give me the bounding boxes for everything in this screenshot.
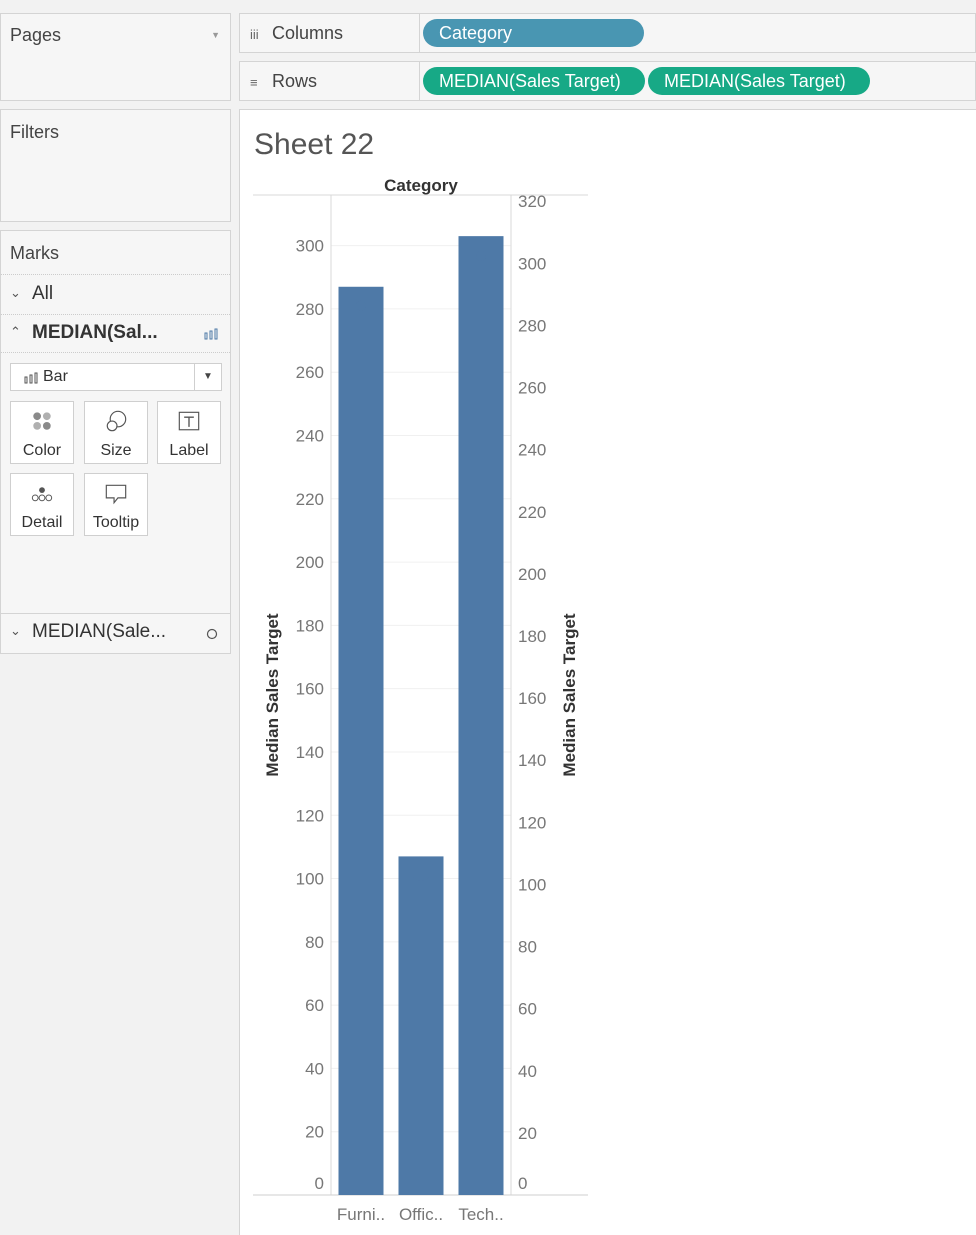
- right-axis-tick-label: 0: [518, 1174, 527, 1193]
- left-axis-tick-label: 220: [296, 490, 324, 509]
- right-axis-tick-label: 220: [518, 503, 546, 522]
- marks-card2-row[interactable]: ⌄ MEDIAN(Sale...: [1, 619, 230, 651]
- left-axis-tick-label: 200: [296, 553, 324, 572]
- columns-shelf[interactable]: iii Columns Category: [239, 13, 976, 53]
- right-axis-tick-label: 320: [518, 192, 546, 211]
- right-axis-tick-label: 280: [518, 316, 546, 335]
- detail-button[interactable]: Detail: [10, 473, 74, 536]
- filters-title: Filters: [10, 122, 59, 142]
- color-button[interactable]: Color: [10, 401, 74, 464]
- median-sales-target-pill-2[interactable]: MEDIAN(Sales Target): [648, 67, 870, 95]
- bar-chart-icon: [24, 372, 38, 384]
- tooltip-bubble-icon: [105, 484, 127, 505]
- pages-title: Pages: [10, 25, 62, 45]
- marks-card: Marks ⌄ All ⌃ MEDIAN(Sal... Bar ▼ Color …: [0, 230, 231, 654]
- pages-dropdown-icon[interactable]: ▼: [211, 30, 220, 40]
- right-axis-tick-label: 260: [518, 379, 546, 398]
- right-axis-tick-label: 120: [518, 813, 546, 832]
- left-axis-tick-label: 120: [296, 806, 324, 825]
- label-button[interactable]: Label: [157, 401, 221, 464]
- view-area: Sheet 22 Category 0 20 40 60 80 100 120 140 160 18…: [239, 109, 976, 1235]
- filters-card[interactable]: Filters: [0, 109, 231, 222]
- left-axis-tick-label: 240: [296, 427, 324, 446]
- rows-shelf[interactable]: ≡ Rows MEDIAN(Sales Target) MEDIAN(Sales …: [239, 61, 976, 101]
- color-dots-icon: [33, 412, 51, 430]
- size-label: Size: [100, 442, 132, 459]
- chart: Category02040608010012014016018020022024…: [253, 176, 588, 1224]
- left-axis-title: Median Sales Target: [263, 613, 282, 776]
- right-axis-tick-label: 100: [518, 875, 546, 894]
- left-axis-tick-label: 0: [315, 1174, 324, 1193]
- left-axis-tick-label: 20: [305, 1123, 324, 1142]
- left-axis-tick-label: 260: [296, 363, 324, 382]
- circle-mark-icon: [206, 628, 218, 640]
- left-axis-tick-label: 140: [296, 743, 324, 762]
- chevron-up-icon[interactable]: ⌃: [10, 324, 21, 340]
- bar-1: [398, 856, 444, 1195]
- circle-mark-1: [409, 856, 433, 881]
- marks-card2-label: MEDIAN(Sale...: [32, 621, 167, 642]
- size-circles-icon: [106, 410, 127, 432]
- right-axis-tick-label: 20: [518, 1124, 537, 1143]
- size-button[interactable]: Size: [84, 401, 148, 464]
- mark-type-select[interactable]: Bar ▼: [10, 363, 222, 391]
- tooltip-label: Tooltip: [92, 514, 140, 531]
- circle-mark-2: [476, 251, 486, 262]
- chevron-down-icon[interactable]: ⌄: [10, 623, 21, 639]
- mark-type-dropdown-button[interactable]: ▼: [194, 364, 221, 390]
- median-sales-target-pill-1[interactable]: MEDIAN(Sales Target): [423, 67, 645, 95]
- bar-0: [338, 286, 384, 1195]
- left-axis-tick-label: 280: [296, 300, 324, 319]
- rows-icon: ≡: [250, 75, 258, 90]
- circle-mark-0: [356, 300, 366, 311]
- text-label-icon: [178, 411, 200, 431]
- left-axis-tick-label: 100: [296, 870, 324, 889]
- bar-chart-icon: [204, 328, 218, 340]
- category-label: Tech..: [458, 1205, 503, 1224]
- pages-card[interactable]: Pages ▼: [0, 13, 231, 101]
- left-axis-tick-label: 40: [305, 1059, 324, 1078]
- left-axis-tick-label: 80: [305, 933, 324, 952]
- columns-shelf-label: iii Columns: [240, 14, 420, 52]
- columns-icon: iii: [250, 27, 259, 42]
- left-axis-tick-label: 60: [305, 996, 324, 1015]
- bar-2: [458, 236, 504, 1195]
- left-axis-tick-label: 180: [296, 616, 324, 635]
- marks-all-label: All: [32, 283, 54, 304]
- right-axis-tick-label: 180: [518, 627, 546, 646]
- marks-card1-label: MEDIAN(Sal...: [32, 322, 158, 343]
- right-axis-tick-label: 80: [518, 938, 537, 957]
- label-label: Label: [169, 442, 209, 459]
- marks-title: Marks: [10, 243, 59, 263]
- left-axis-tick-label: 300: [296, 237, 324, 256]
- category-pill[interactable]: Category: [423, 19, 644, 47]
- marks-all-row[interactable]: ⌄ All: [1, 281, 230, 313]
- detail-dots-icon: [31, 487, 53, 502]
- right-axis-tick-label: 300: [518, 254, 546, 273]
- detail-label: Detail: [21, 514, 63, 531]
- tooltip-button[interactable]: Tooltip: [84, 473, 148, 536]
- right-axis-tick-label: 160: [518, 689, 546, 708]
- marks-card1-row[interactable]: ⌃ MEDIAN(Sal...: [1, 320, 230, 352]
- right-axis-tick-label: 140: [518, 751, 546, 770]
- category-label: Offic..: [399, 1205, 443, 1224]
- right-axis-tick-label: 200: [518, 565, 546, 584]
- tableau-window: Pages ▼ Filters Marks ⌄ All ⌃ MEDIAN(Sal…: [0, 0, 976, 1235]
- category-label: Furni..: [337, 1205, 385, 1224]
- right-axis-tick-label: 40: [518, 1062, 537, 1081]
- column-header-category: Category: [384, 176, 458, 195]
- rows-label-text: Rows: [272, 71, 318, 91]
- right-axis-title: Median Sales Target: [560, 613, 579, 776]
- color-label: Color: [22, 442, 62, 459]
- mark-type-label: Bar: [43, 368, 68, 385]
- chevron-down-icon: ▼: [203, 371, 213, 382]
- columns-label-text: Columns: [272, 23, 344, 43]
- left-axis-tick-label: 160: [296, 680, 324, 699]
- chevron-down-icon[interactable]: ⌄: [10, 285, 21, 301]
- rows-shelf-label: ≡ Rows: [240, 62, 420, 100]
- right-axis-tick-label: 240: [518, 441, 546, 460]
- right-axis-tick-label: 60: [518, 1000, 537, 1019]
